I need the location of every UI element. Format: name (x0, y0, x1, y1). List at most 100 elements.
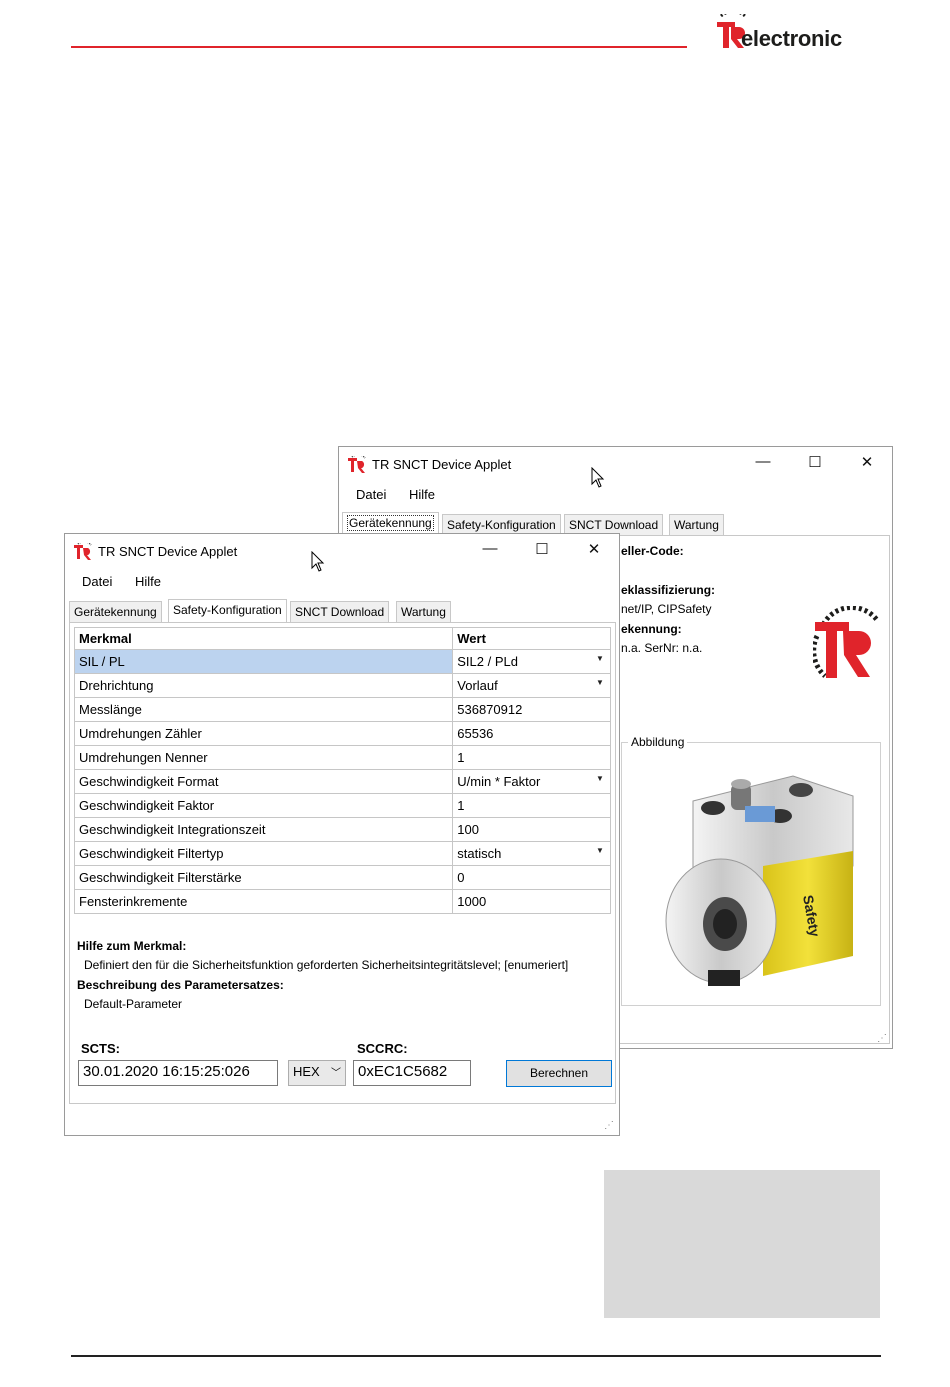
chevron-down-icon: ﹀ (331, 1068, 341, 1079)
tr-app-icon (74, 540, 94, 561)
cell-wert-value: 100 (457, 822, 479, 837)
table-row[interactable]: Fensterinkremente 1000 (73, 889, 611, 914)
tab-wartung[interactable]: Wartung (396, 601, 451, 623)
description-title: Beschreibung des Parametersatzes: (77, 978, 284, 992)
table-row[interactable]: Geschwindigkeit Filterstärke 0 (73, 865, 611, 890)
cell-merkmal[interactable]: Drehrichtung (73, 673, 454, 698)
tab-snct-download[interactable]: SNCT Download (290, 601, 390, 623)
hersteller-code-label: eller-Code: (621, 544, 684, 558)
cell-wert-value: 1000 (457, 894, 487, 909)
table-row[interactable]: Umdrehungen Zähler 65536 (73, 721, 611, 746)
maximize-icon[interactable]: ☐ (800, 453, 830, 471)
format-select[interactable]: HEX ﹀ (288, 1060, 346, 1086)
cell-merkmal[interactable]: Geschwindigkeit Filtertyp (73, 841, 454, 866)
dropdown-arrow-icon[interactable]: ▼ (592, 654, 608, 663)
cell-wert-value: 1 (457, 750, 465, 765)
resize-grip[interactable]: ⋰ (604, 1120, 614, 1131)
cell-wert[interactable]: ▼ Vorlauf (452, 673, 611, 698)
cell-wert[interactable]: 536870912 (452, 697, 611, 722)
help-text: Definiert den für die Sicherheitsfunktio… (84, 958, 569, 972)
geraetekennung-label: ekennung: (621, 622, 682, 636)
berechnen-button[interactable]: Berechnen (506, 1060, 612, 1087)
mouse-cursor-icon (311, 550, 325, 578)
cell-merkmal[interactable]: Geschwindigkeit Integrationszeit (73, 817, 454, 842)
table-row[interactable]: Messlänge 536870912 (73, 697, 611, 722)
sccrc-field[interactable]: 0xEC1C5682 (353, 1060, 471, 1086)
close-icon[interactable]: ✕ (579, 540, 609, 558)
cell-merkmal[interactable]: Messlänge (73, 697, 454, 722)
table-row[interactable]: Geschwindigkeit Faktor 1 (73, 793, 611, 818)
front-titlebar[interactable]: TR SNCT Device Applet — ☐ ✕ (65, 534, 619, 568)
close-icon[interactable]: ✕ (852, 453, 882, 471)
geraeteklassifizierung-value: net/IP, CIPSafety (621, 602, 712, 616)
cell-wert[interactable]: ▼ SIL2 / PLd (452, 649, 611, 674)
table-row[interactable]: Geschwindigkeit Filtertyp ▼ statisch (73, 841, 611, 866)
tab-geraetekennung[interactable]: Gerätekennung (69, 601, 162, 623)
abbildung-title: Abbildung (628, 735, 688, 749)
scts-label: SCTS: (81, 1041, 120, 1056)
cell-wert[interactable]: 1 (452, 745, 611, 770)
cell-merkmal[interactable]: Umdrehungen Zähler (73, 721, 454, 746)
dropdown-arrow-icon[interactable]: ▼ (592, 678, 608, 687)
cell-wert[interactable]: 65536 (452, 721, 611, 746)
front-applet-window: TR SNCT Device Applet — ☐ ✕ Datei Hilfe … (64, 533, 620, 1136)
cell-wert[interactable]: ▼ U/min * Faktor (452, 769, 611, 794)
logo-wordmark: electronic (741, 26, 842, 51)
table-row[interactable]: Geschwindigkeit Integrationszeit 100 (73, 817, 611, 842)
tab-wartung[interactable]: Wartung (669, 514, 724, 536)
cell-merkmal[interactable]: Geschwindigkeit Filterstärke (73, 865, 454, 890)
cell-merkmal[interactable]: Geschwindigkeit Format (73, 769, 454, 794)
cell-merkmal[interactable]: SIL / PL (73, 649, 454, 674)
cell-wert-value: 0 (457, 870, 465, 885)
menu-datei[interactable]: Datei (82, 574, 112, 589)
window-title: TR SNCT Device Applet (372, 457, 512, 472)
scts-field[interactable]: 30.01.2020 16:15:25:026 (78, 1060, 278, 1086)
back-titlebar[interactable]: TR SNCT Device Applet — ☐ ✕ (339, 447, 892, 481)
maximize-icon[interactable]: ☐ (527, 540, 557, 558)
cell-wert-value: Vorlauf (457, 678, 498, 693)
tr-logo-large (811, 604, 883, 686)
safety-konfiguration-panel: Merkmal Wert SIL / PL ▼ SIL2 / PLd Drehrich… (69, 622, 616, 1104)
tab-safety-konfiguration[interactable]: Safety-Konfiguration (168, 599, 287, 623)
table-header-row: Merkmal Wert (73, 627, 611, 650)
dropdown-arrow-icon[interactable]: ▼ (592, 846, 608, 855)
table-row[interactable]: Drehrichtung ▼ Vorlauf (73, 673, 611, 698)
cell-wert-value: 1 (457, 798, 465, 813)
table-row[interactable]: SIL / PL ▼ SIL2 / PLd (73, 649, 611, 674)
header-rule (71, 46, 687, 48)
sccrc-label: SCCRC: (357, 1041, 408, 1056)
grey-note-box (604, 1170, 880, 1318)
help-title: Hilfe zum Merkmal: (77, 939, 187, 953)
table-row[interactable]: Geschwindigkeit Format ▼ U/min * Faktor (73, 769, 611, 794)
description-text: Default-Parameter (84, 997, 183, 1011)
geraeteklassifizierung-label: eklassifizierung: (621, 583, 716, 597)
cell-wert[interactable]: 100 (452, 817, 611, 842)
cell-wert[interactable]: 0 (452, 865, 611, 890)
minimize-icon[interactable]: — (748, 453, 778, 470)
encoder-product-image: Safety (653, 756, 863, 996)
parameter-table: Merkmal Wert SIL / PL ▼ SIL2 / PLd Drehrich… (73, 627, 611, 914)
cell-merkmal[interactable]: Fensterinkremente (73, 889, 454, 914)
cell-merkmal[interactable]: Geschwindigkeit Faktor (73, 793, 454, 818)
format-select-value: HEX (293, 1064, 320, 1079)
dropdown-arrow-icon[interactable]: ▼ (592, 774, 608, 783)
window-title: TR SNCT Device Applet (98, 544, 238, 559)
menu-hilfe[interactable]: Hilfe (135, 574, 161, 589)
cell-wert[interactable]: ▼ statisch (452, 841, 611, 866)
minimize-icon[interactable]: — (475, 540, 505, 557)
cell-wert-value: SIL2 / PLd (457, 654, 518, 669)
mouse-cursor-icon (591, 466, 605, 494)
column-header-wert: Wert (452, 627, 611, 650)
cell-wert[interactable]: 1 (452, 793, 611, 818)
cell-wert-value: 65536 (457, 726, 494, 741)
menu-datei[interactable]: Datei (356, 487, 386, 502)
cell-wert-value: statisch (457, 846, 502, 861)
cell-wert[interactable]: 1000 (452, 889, 611, 914)
menu-hilfe[interactable]: Hilfe (409, 487, 435, 502)
footer-rule (71, 1355, 881, 1357)
cell-wert-value: 536870912 (457, 702, 523, 717)
cell-wert-value: U/min * Faktor (457, 774, 541, 789)
cell-merkmal[interactable]: Umdrehungen Nenner (73, 745, 454, 770)
table-row[interactable]: Umdrehungen Nenner 1 (73, 745, 611, 770)
resize-grip[interactable]: ⋰ (877, 1033, 887, 1044)
